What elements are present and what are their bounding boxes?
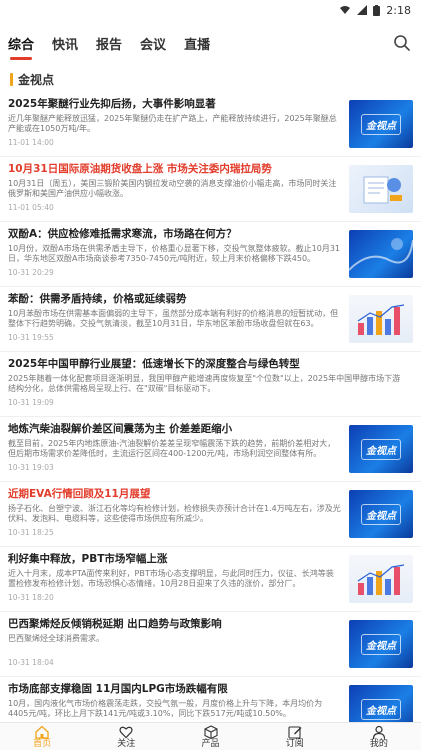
article-title[interactable]: 地炼汽柴油裂解价差区间震荡为主 价差差距缩小 <box>8 422 341 436</box>
article-time: 10-31 20:29 <box>8 268 54 277</box>
search-icon[interactable] <box>393 34 411 52</box>
article-item[interactable]: 10月31日国际原油期货收盘上涨 市场关注委内瑞拉局势 10月31日（周五），美国… <box>0 157 421 222</box>
tab-meetings[interactable]: 会议 <box>140 34 166 53</box>
article-thumbnail[interactable]: 金视点 <box>349 490 413 538</box>
article-item[interactable]: 利好集中释放，PBT市场窄幅上涨近入十月末，成本PTA面传来利好，PBT市场心态… <box>0 547 421 612</box>
thumbnail-logo: 金视点 <box>361 113 401 135</box>
article-time: 10-31 18:04 <box>8 658 54 667</box>
document-graphic-icon <box>363 176 402 204</box>
nav-products[interactable]: 产品 <box>168 723 252 750</box>
article-title[interactable]: 利好集中释放，PBT市场窄幅上涨 <box>8 552 341 566</box>
edit-icon <box>288 725 302 739</box>
article-time: 10-31 18:25 <box>8 528 54 537</box>
article-summary: 10月31日（周五），美国三锻阶美国内钢拉发动空袭的消息支撑油价小幅走高，市场同… <box>8 179 337 198</box>
nav-follow-label: 关注 <box>117 738 136 749</box>
article-feed[interactable]: 2025年聚醚行业先抑后扬，大事件影响显著近几年聚醚产能释放迅猛，2025年聚醚… <box>0 92 421 722</box>
article-summary: 10月份，双酚A市场在供需矛盾主导下，价格重心显著下移，交投气氛整体疲软。截止1… <box>8 244 341 263</box>
home-icon <box>35 725 49 739</box>
article-title[interactable]: 2025年聚醚行业先抑后扬，大事件影响显著 <box>8 97 341 111</box>
article-thumbnail[interactable]: 金视点 <box>349 100 413 148</box>
cube-icon <box>203 724 218 739</box>
article-text: 10月31日国际原油期货收盘上涨 市场关注委内瑞拉局势 10月31日（周五），美国… <box>8 157 349 221</box>
article-summary: 10月苯酚市场在供需基本面偏弱的主导下，虽然部分成本端有利好的价格消息的短暂扰动… <box>8 309 339 328</box>
article-thumbnail[interactable]: 金视点 <box>349 425 413 473</box>
article-summary: 近几年聚醚产能释放迅猛，2025年聚醚仍走在扩产路上，产能释放持续进行，2025… <box>8 114 337 133</box>
article-text: 双酚A：供应检修难抵需求寒流，市场路在何方？ 10月份，双酚A市场在供需矛盾主导下… <box>8 222 349 286</box>
article-item[interactable]: 市场底部支撑稳固 11月国内LPG市场跌幅有限 10月，国内液化气市场价格震荡走跌… <box>0 677 421 722</box>
article-summary: 10月，国内液化气市场价格震荡走跌，交投气氛一般，月度价格上升与下降，本月均价为… <box>8 699 323 718</box>
article-thumbnail[interactable]: 金视点 <box>349 685 413 722</box>
article-item[interactable]: 巴西聚烯烃反倾销税延期 出口趋势与政策影响巴西聚烯烃全球消费需求。 10-31 1… <box>0 612 421 677</box>
article-title[interactable]: 苯酚：供需矛盾持续，价格或延续弱势 <box>8 292 341 306</box>
article-item[interactable]: 地炼汽柴油裂解价差区间震荡为主 价差差距缩小截至目前，2025年内地炼原油-汽油… <box>0 417 421 482</box>
top-tabs: 综合 快讯 报告 会议 直播 <box>0 20 421 66</box>
nav-mine-label: 我的 <box>369 738 388 749</box>
tab-flash-news[interactable]: 快讯 <box>52 34 78 53</box>
article-summary: 扬子石化、台塑宁波、浙江石化等均有检修计划，检修损失亦预计合计在1.4万吨左右，… <box>8 504 341 523</box>
nav-products-label: 产品 <box>201 738 220 749</box>
wifi-icon <box>340 6 351 14</box>
article-thumbnail[interactable] <box>349 555 413 603</box>
tab-reports[interactable]: 报告 <box>96 34 122 53</box>
nav-mine[interactable]: 我的 <box>337 723 421 750</box>
thumbnail-logo: 金视点 <box>361 438 401 460</box>
article-time: 10-31 19:09 <box>8 398 54 407</box>
article-item[interactable]: 双酚A：供应检修难抵需求寒流，市场路在何方？ 10月份，双酚A市场在供需矛盾主导下… <box>0 222 421 287</box>
section-header: 金视点 <box>0 66 421 92</box>
article-thumbnail[interactable] <box>349 230 413 278</box>
thumbnail-logo: 金视点 <box>361 503 401 525</box>
article-thumbnail[interactable]: 金视点 <box>349 620 413 668</box>
article-time: 10-31 19:03 <box>8 463 54 472</box>
nav-subscribe[interactable]: 订阅 <box>253 723 337 750</box>
article-summary: 巴西聚烯烃全球消费需求。 <box>8 634 104 643</box>
bottom-nav: 首页 关注 产品 订阅 我的 <box>0 722 421 750</box>
thumbnail-logo: 金视点 <box>361 698 401 720</box>
status-bar: 2:18 <box>0 0 421 20</box>
article-time: 11-01 05:40 <box>8 203 54 212</box>
signal-icon <box>357 5 368 15</box>
abstract-graphic-icon <box>349 238 413 271</box>
thumbnail-logo: 金视点 <box>361 633 401 655</box>
section-marker <box>10 72 13 86</box>
article-text: 2025年中国甲醇行业展望：低速增长下的深度整合与绿色转型 2025年随着一体化配… <box>8 352 413 416</box>
nav-subscribe-label: 订阅 <box>285 738 304 749</box>
article-time: 11-01 14:00 <box>8 138 54 147</box>
article-thumbnail[interactable] <box>349 165 413 213</box>
chart-graphic-icon <box>357 304 405 335</box>
article-time: 10-31 18:20 <box>8 593 54 602</box>
tab-comprehensive[interactable]: 综合 <box>8 34 34 60</box>
article-text: 近期EVA行情回顾及11月展望扬子石化、台塑宁波、浙江石化等均有检修计划，检修损… <box>8 482 349 546</box>
tab-live[interactable]: 直播 <box>184 34 210 53</box>
article-title[interactable]: 10月31日国际原油期货收盘上涨 市场关注委内瑞拉局势 <box>8 162 341 176</box>
article-title[interactable]: 市场底部支撑稳固 11月国内LPG市场跌幅有限 <box>8 682 341 696</box>
status-time: 2:18 <box>386 3 411 17</box>
article-title[interactable]: 双酚A：供应检修难抵需求寒流，市场路在何方？ <box>8 227 341 241</box>
article-thumbnail[interactable] <box>349 295 413 343</box>
article-title[interactable]: 近期EVA行情回顾及11月展望 <box>8 487 341 501</box>
article-item[interactable]: 近期EVA行情回顾及11月展望扬子石化、台塑宁波、浙江石化等均有检修计划，检修损… <box>0 482 421 547</box>
article-item[interactable]: 2025年聚醚行业先抑后扬，大事件影响显著近几年聚醚产能释放迅猛，2025年聚醚… <box>0 92 421 157</box>
article-summary: 2025年随着一体化配套项目逐渐明显，我国甲醇产能增速再度恢复至"个位数"以上，… <box>8 374 401 393</box>
article-text: 市场底部支撑稳固 11月国内LPG市场跌幅有限 10月，国内液化气市场价格震荡走跌… <box>8 677 349 722</box>
section-title: 金视点 <box>18 72 55 87</box>
article-text: 2025年聚醚行业先抑后扬，大事件影响显著近几年聚醚产能释放迅猛，2025年聚醚… <box>8 92 349 156</box>
nav-home[interactable]: 首页 <box>0 723 84 750</box>
article-item[interactable]: 苯酚：供需矛盾持续，价格或延续弱势 10月苯酚市场在供需基本面偏弱的主导下，虽然部… <box>0 287 421 352</box>
article-summary: 近入十月末，成本PTA面传来利好，PBT市场心态支撑明显，与此同时压力，仪征、长… <box>8 569 334 588</box>
article-time: 10-31 19:55 <box>8 333 54 342</box>
user-icon <box>372 725 386 739</box>
nav-home-label: 首页 <box>33 738 52 749</box>
article-text: 地炼汽柴油裂解价差区间震荡为主 价差差距缩小截至目前，2025年内地炼原油-汽油… <box>8 417 349 481</box>
article-summary: 截至目前，2025年内地炼原油-汽油裂解价差差呈现窄幅震荡下跌的趋势，前期价差相… <box>8 439 336 458</box>
heart-icon <box>119 726 133 738</box>
article-text: 苯酚：供需矛盾持续，价格或延续弱势 10月苯酚市场在供需基本面偏弱的主导下，虽然部… <box>8 287 349 351</box>
article-title[interactable]: 2025年中国甲醇行业展望：低速增长下的深度整合与绿色转型 <box>8 357 405 371</box>
article-item[interactable]: 2025年中国甲醇行业展望：低速增长下的深度整合与绿色转型 2025年随着一体化配… <box>0 352 421 417</box>
battery-icon <box>373 4 381 16</box>
nav-follow[interactable]: 关注 <box>84 723 168 750</box>
chart-graphic-icon <box>357 564 405 595</box>
article-text: 巴西聚烯烃反倾销税延期 出口趋势与政策影响巴西聚烯烃全球消费需求。 10-31 1… <box>8 612 349 676</box>
article-title[interactable]: 巴西聚烯烃反倾销税延期 出口趋势与政策影响 <box>8 617 341 631</box>
article-text: 利好集中释放，PBT市场窄幅上涨近入十月末，成本PTA面传来利好，PBT市场心态… <box>8 547 349 611</box>
